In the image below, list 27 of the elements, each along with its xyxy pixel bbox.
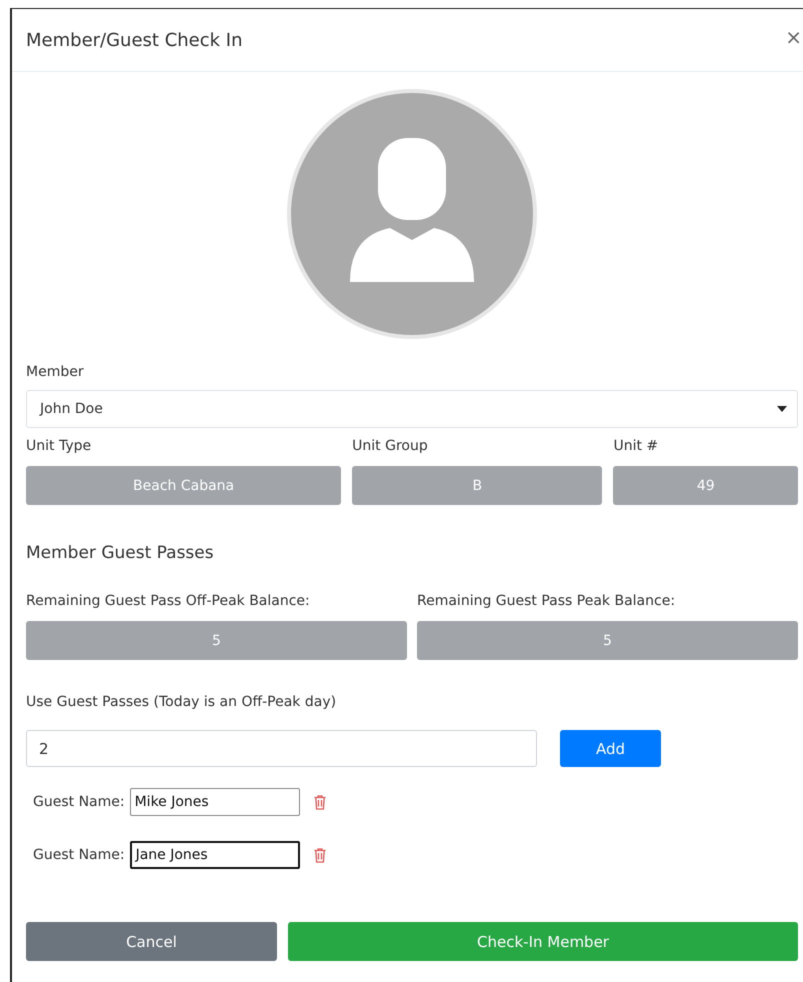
guest-name-field[interactable]: Jane Jones [130, 841, 300, 869]
member-label: Member [26, 364, 85, 380]
guest-name-field[interactable]: Mike Jones [130, 788, 300, 816]
unit-label: Unit # [613, 438, 660, 456]
balance-field: 5 [417, 621, 798, 660]
guest-name-label: Guest Name: [33, 794, 125, 810]
trash-icon[interactable] [314, 794, 326, 810]
trash-icon[interactable] [314, 848, 326, 862]
balance-label: Remaining Guest Pass Peak Balance: [417, 593, 676, 611]
guest-count-field[interactable]: 2 [26, 730, 537, 767]
avatar-icon [286, 88, 538, 340]
unit-label: Unit Group [352, 438, 429, 456]
use-passes-label: Use Guest Passes (Today is an Off-Peak day) [26, 694, 338, 710]
unit-value-field: 49 [613, 466, 798, 505]
cancel-button[interactable]: Cancel [26, 922, 277, 961]
guest-name-label: Guest Name: [33, 847, 125, 863]
caret-icon [777, 406, 787, 412]
add-button[interactable]: Add [560, 730, 661, 767]
dialog-title: Member/Guest Check In [26, 30, 243, 50]
member-select[interactable]: John Doe [26, 390, 798, 428]
balance-field: 5 [26, 621, 407, 660]
unit-value-field: B [352, 466, 602, 505]
close-button[interactable]: × [785, 25, 802, 49]
unit-label: Unit Type [26, 438, 92, 456]
section-title: Member Guest Passes [26, 543, 215, 563]
unit-value-field: Beach Cabana [26, 466, 342, 505]
balance-label: Remaining Guest Pass Off-Peak Balance: [26, 593, 311, 611]
